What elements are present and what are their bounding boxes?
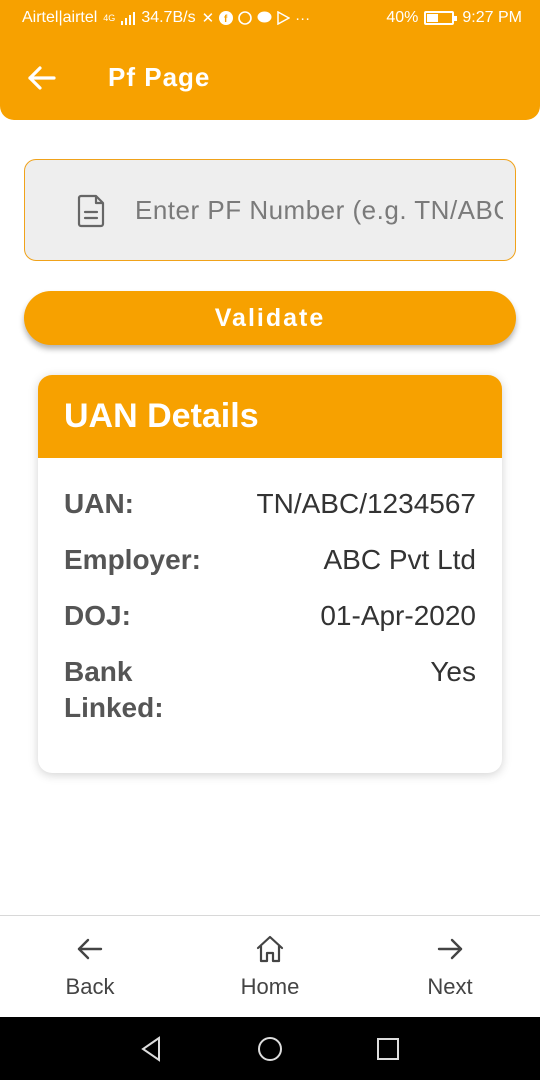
notification-icons: ✕ f ··· xyxy=(201,9,311,28)
doj-value: 01-Apr-2020 xyxy=(320,600,476,631)
nav-home-button[interactable]: Home xyxy=(180,916,360,1017)
bank-linked-label: Bank Linked: xyxy=(64,656,164,723)
nav-back-label: Back xyxy=(65,974,115,999)
status-right: 40% 9:27 PM xyxy=(386,9,522,27)
status-left: Airtel|airtel 4G 34.7B/s xyxy=(22,9,196,27)
back-arrow-icon[interactable] xyxy=(26,62,58,94)
uan-card-title: UAN Details xyxy=(64,397,259,435)
uan-label: UAN: xyxy=(64,488,134,519)
doj-label: DOJ: xyxy=(64,600,131,631)
play-store-icon xyxy=(277,11,291,25)
message-icon xyxy=(257,11,272,23)
clock: 9:27 PM xyxy=(462,9,522,26)
uan-card-header: UAN Details xyxy=(38,375,502,458)
uan-value: TN/ABC/1234567 xyxy=(256,488,476,519)
uan-card-body: UAN: TN/ABC/1234567 Employer: ABC Pvt Lt… xyxy=(38,458,502,726)
more-notifications-icon: ··· xyxy=(295,9,311,27)
app-bar: Pf Page xyxy=(0,36,540,120)
uan-details-card: UAN Details UAN: TN/ABC/1234567 Employer… xyxy=(38,375,502,773)
page-title: Pf Page xyxy=(108,62,211,92)
system-home-icon[interactable] xyxy=(256,1035,284,1063)
nav-next-button[interactable]: Next xyxy=(360,916,540,1017)
whatsapp-icon xyxy=(238,11,252,25)
pf-number-input[interactable] xyxy=(135,160,503,260)
status-bar: Airtel|airtel 4G 34.7B/s ✕ f ··· 40% 9:2… xyxy=(0,0,540,36)
missed-call-icon: ✕ xyxy=(201,10,215,27)
document-icon xyxy=(77,194,105,228)
arrow-right-icon xyxy=(437,938,463,960)
system-recents-icon[interactable] xyxy=(374,1035,402,1063)
nav-back-button[interactable]: Back xyxy=(0,916,180,1017)
network-type: 4G xyxy=(103,13,116,23)
home-icon xyxy=(256,935,284,963)
battery-percent: 40% xyxy=(386,9,419,26)
system-back-icon[interactable] xyxy=(138,1035,166,1063)
signal-icon xyxy=(121,12,136,25)
bottom-navigation: Back Home Next xyxy=(0,915,540,1017)
arrow-left-icon xyxy=(77,938,103,960)
bank-linked-value: Yes xyxy=(430,656,476,687)
network-speed: 34.7B/s xyxy=(141,9,196,26)
nav-next-label: Next xyxy=(427,974,473,999)
employer-row: Employer: ABC Pvt Ltd xyxy=(64,542,476,578)
uan-row: UAN: TN/ABC/1234567 xyxy=(64,486,476,522)
facebook-icon: f xyxy=(219,11,234,25)
validate-button[interactable]: Validate xyxy=(24,291,516,345)
employer-label: Employer: xyxy=(64,544,201,575)
pf-number-field[interactable] xyxy=(24,159,516,261)
employer-value: ABC Pvt Ltd xyxy=(323,544,476,575)
doj-row: DOJ: 01-Apr-2020 xyxy=(64,598,476,634)
battery-icon xyxy=(424,11,458,25)
carrier-label: Airtel|airtel xyxy=(22,9,98,26)
system-navigation-bar xyxy=(0,1017,540,1080)
bank-linked-row: Bank Linked: Yes xyxy=(64,654,476,726)
nav-home-label: Home xyxy=(240,974,300,999)
